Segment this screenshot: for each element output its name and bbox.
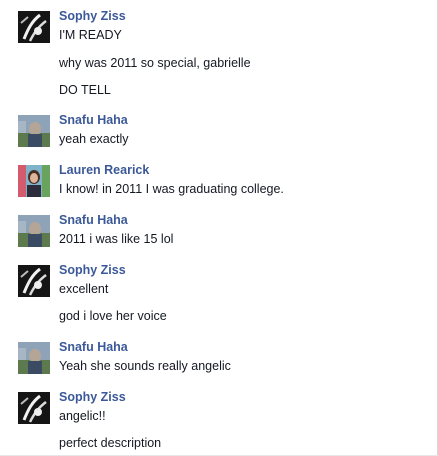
sophy-ziss-avatar[interactable] — [18, 11, 50, 43]
sophy-ziss-avatar-icon — [18, 11, 50, 43]
lauren-rearick-avatar-icon — [18, 165, 50, 197]
message-text: why was 2011 so special, gabrielle — [59, 56, 251, 70]
message-text: 2011 i was like 15 lol — [59, 232, 174, 246]
message-text: excellent — [59, 282, 109, 296]
message-author[interactable]: Sophy Ziss — [59, 390, 126, 405]
sophy-ziss-avatar-icon — [18, 265, 50, 297]
snafu-haha-avatar[interactable] — [18, 215, 50, 247]
message-text: Yeah she sounds really angelic — [59, 359, 231, 373]
message-author[interactable]: Snafu Haha — [59, 213, 128, 228]
message-text: yeah exactly — [59, 132, 129, 146]
message-text: perfect description — [59, 436, 162, 450]
sophy-ziss-avatar[interactable] — [18, 392, 50, 424]
lauren-rearick-avatar[interactable] — [18, 165, 50, 197]
sophy-ziss-avatar[interactable] — [18, 265, 50, 297]
snafu-haha-avatar-icon — [18, 342, 50, 374]
chat-thread: Sophy Ziss I'M READY why was 2011 so spe… — [0, 0, 438, 456]
message-text: angelic!! — [59, 409, 106, 423]
message-text: I know! in 2011 I was graduating college… — [59, 182, 284, 196]
message-text: I'M READY — [59, 28, 122, 42]
snafu-haha-avatar[interactable] — [18, 342, 50, 374]
sophy-ziss-avatar-icon — [18, 392, 50, 424]
message-author[interactable]: Snafu Haha — [59, 340, 128, 355]
snafu-haha-avatar-icon — [18, 115, 50, 147]
message-text: DO TELL — [59, 83, 111, 97]
message-author[interactable]: Lauren Rearick — [59, 163, 149, 178]
message-author[interactable]: Sophy Ziss — [59, 9, 126, 24]
message-author[interactable]: Snafu Haha — [59, 113, 128, 128]
message-author[interactable]: Sophy Ziss — [59, 263, 126, 278]
snafu-haha-avatar-icon — [18, 215, 50, 247]
message-text: god i love her voice — [59, 309, 167, 323]
snafu-haha-avatar[interactable] — [18, 115, 50, 147]
